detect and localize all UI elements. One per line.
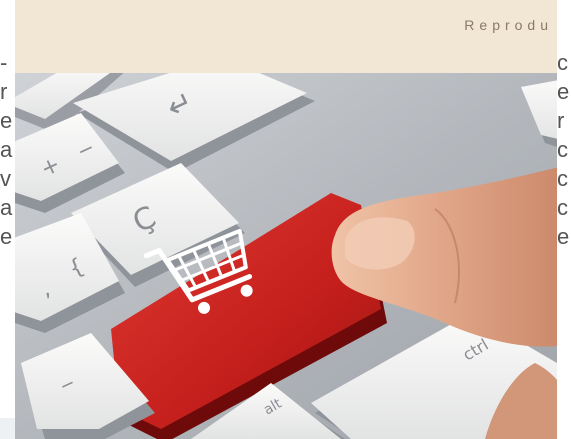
header-band: Reprodu [15,0,557,73]
right-text-fragment: c [557,50,568,75]
keyboard-illustration: ↵ + − Ç {, ctrl alt − [15,73,557,439]
page: - r e a v a e c e r c c c e Reprodu ↵ + … [0,0,571,439]
right-text-column: c e r c c c e [557,48,571,251]
keyboard-photo: ↵ + − Ç {, ctrl alt − [15,73,557,439]
right-text-fragment: c [557,166,568,191]
header-band-label: Reprodu [464,17,553,33]
right-text-fragment: r [557,108,565,133]
right-text-fragment: c [557,195,568,220]
right-text-fragment: e [557,224,570,249]
right-text-fragment: e [557,79,570,104]
right-text-fragment: c [557,137,568,162]
bottom-left-strip [0,418,15,439]
